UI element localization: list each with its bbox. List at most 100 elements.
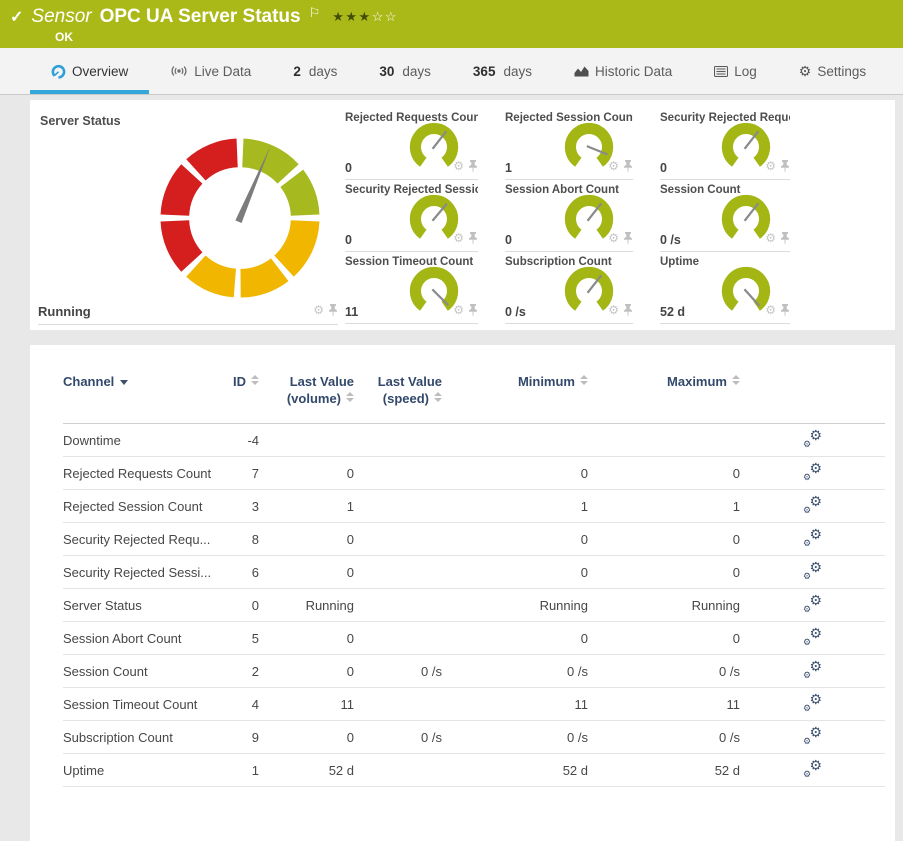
maximum-value: 0 /s — [588, 721, 740, 754]
last-value-speed: 0 /s — [354, 721, 442, 754]
col-header-last-value-volume[interactable]: Last Value (volume) — [259, 373, 354, 424]
maximum-value: 0 — [588, 622, 740, 655]
channels-panel: Channel ID Last Value (volume) Last Valu… — [30, 345, 895, 841]
gauge-cell: Session Abort Count 0 — [505, 180, 633, 252]
table-row: Downtime -4 — [63, 424, 885, 457]
channel-gear-icon[interactable] — [453, 157, 464, 175]
pin-icon[interactable] — [780, 232, 790, 244]
channel-settings-icon[interactable] — [803, 661, 822, 678]
channel-gear-icon[interactable] — [608, 301, 619, 319]
maximum-value: 0 — [588, 556, 740, 589]
minimum-value: 0 — [442, 556, 588, 589]
channel-settings-icon[interactable] — [803, 760, 822, 777]
col-header-last-value-speed[interactable]: Last Value (speed) — [354, 373, 442, 424]
last-value-speed: 0 /s — [354, 655, 442, 688]
channel-gear-icon[interactable] — [453, 301, 464, 319]
channel-gear-icon[interactable] — [765, 157, 776, 175]
channel-settings-icon[interactable] — [803, 430, 822, 447]
col-header-minimum[interactable]: Minimum — [442, 373, 588, 424]
channel-id: 3 — [221, 490, 259, 523]
page-title: OPC UA Server Status — [100, 6, 301, 28]
channel-name: Rejected Requests Count — [63, 457, 221, 490]
live-icon — [170, 65, 188, 77]
gauges-panel: Server Status Running Rej — [30, 100, 895, 330]
pin-icon[interactable] — [623, 232, 633, 244]
col-header-id[interactable]: ID — [221, 373, 259, 424]
col-header-maximum[interactable]: Maximum — [588, 373, 740, 424]
channel-settings-icon[interactable] — [803, 529, 822, 546]
minimum-value: 52 d — [442, 754, 588, 787]
tab-label: days — [309, 64, 338, 79]
channel-settings-icon[interactable] — [803, 496, 822, 513]
pin-icon[interactable] — [468, 232, 478, 244]
status-badge: OK — [55, 30, 73, 44]
main-gauge-title: Server Status — [40, 114, 121, 128]
pin-icon[interactable] — [328, 304, 338, 316]
channel-gear-icon[interactable] — [765, 229, 776, 247]
tab-label: Log — [734, 64, 757, 79]
chart-icon — [574, 65, 589, 77]
sort-icon — [251, 375, 259, 385]
gauge-value: 0 /s — [505, 305, 526, 319]
gear-icon — [799, 63, 812, 80]
last-value-volume: 1 — [259, 490, 354, 523]
channel-gear-icon[interactable] — [313, 301, 324, 319]
tab-log[interactable]: Log — [693, 48, 778, 94]
sort-icon — [580, 375, 588, 385]
priority-stars[interactable]: ★★★☆☆ — [332, 9, 398, 25]
channel-gear-icon[interactable] — [608, 157, 619, 175]
last-value-volume: 0 — [259, 457, 354, 490]
tab-historic-data[interactable]: Historic Data — [553, 48, 693, 94]
table-row: Uptime 1 52 d 52 d 52 d — [63, 754, 885, 787]
channel-gear-icon[interactable] — [608, 229, 619, 247]
channel-name: Security Rejected Requ... — [63, 523, 221, 556]
pin-icon[interactable] — [623, 160, 633, 172]
channel-gear-icon[interactable] — [453, 229, 464, 247]
flag-icon[interactable] — [309, 4, 321, 22]
pin-icon[interactable] — [780, 304, 790, 316]
channel-settings-icon[interactable] — [803, 694, 822, 711]
channel-settings-icon[interactable] — [803, 727, 822, 744]
main-gauge-value: Running — [38, 304, 91, 319]
table-row: Rejected Requests Count 7 0 0 0 — [63, 457, 885, 490]
last-value-volume: 0 — [259, 556, 354, 589]
gauge-value: 0 — [345, 233, 352, 247]
tab-number: 2 — [293, 64, 301, 79]
tab-30-days[interactable]: 30 days — [358, 48, 452, 94]
gauge-cell: Security Rejected Session Co... 0 — [345, 180, 478, 252]
channel-name: Downtime — [63, 424, 221, 457]
tab-settings[interactable]: Settings — [778, 48, 887, 94]
tab-365-days[interactable]: 365 days — [452, 48, 553, 94]
pin-icon[interactable] — [468, 160, 478, 172]
minimum-value: 0 — [442, 622, 588, 655]
channel-id: 5 — [221, 622, 259, 655]
gauge-icon — [51, 64, 66, 79]
tab-overview[interactable]: Overview — [30, 48, 149, 94]
minimum-value: 1 — [442, 490, 588, 523]
tab-2-days[interactable]: 2 days — [272, 48, 358, 94]
col-header-channel[interactable]: Channel — [63, 373, 221, 424]
gauge-cell: Rejected Requests Count 0 — [345, 108, 478, 180]
last-value-volume — [259, 424, 354, 457]
channel-settings-icon[interactable] — [803, 595, 822, 612]
channel-settings-icon[interactable] — [803, 562, 822, 579]
channel-settings-icon[interactable] — [803, 628, 822, 645]
maximum-value: 1 — [588, 490, 740, 523]
tab-label: days — [402, 64, 431, 79]
pin-icon[interactable] — [780, 160, 790, 172]
tab-live-data[interactable]: Live Data — [149, 48, 272, 94]
channel-settings-icon[interactable] — [803, 463, 822, 480]
sort-icon — [434, 392, 442, 402]
pin-icon[interactable] — [468, 304, 478, 316]
minimum-value — [442, 424, 588, 457]
last-value-speed — [354, 556, 442, 589]
last-value-speed — [354, 754, 442, 787]
tab-label: Live Data — [194, 64, 251, 79]
col-header-edit — [740, 373, 885, 424]
gauge-cell: Subscription Count 0 /s — [505, 252, 633, 324]
pin-icon[interactable] — [623, 304, 633, 316]
channel-gear-icon[interactable] — [765, 301, 776, 319]
gauge-cell: Rejected Session Count 1 — [505, 108, 633, 180]
tab-label: days — [503, 64, 532, 79]
server-status-gauge — [156, 134, 324, 302]
